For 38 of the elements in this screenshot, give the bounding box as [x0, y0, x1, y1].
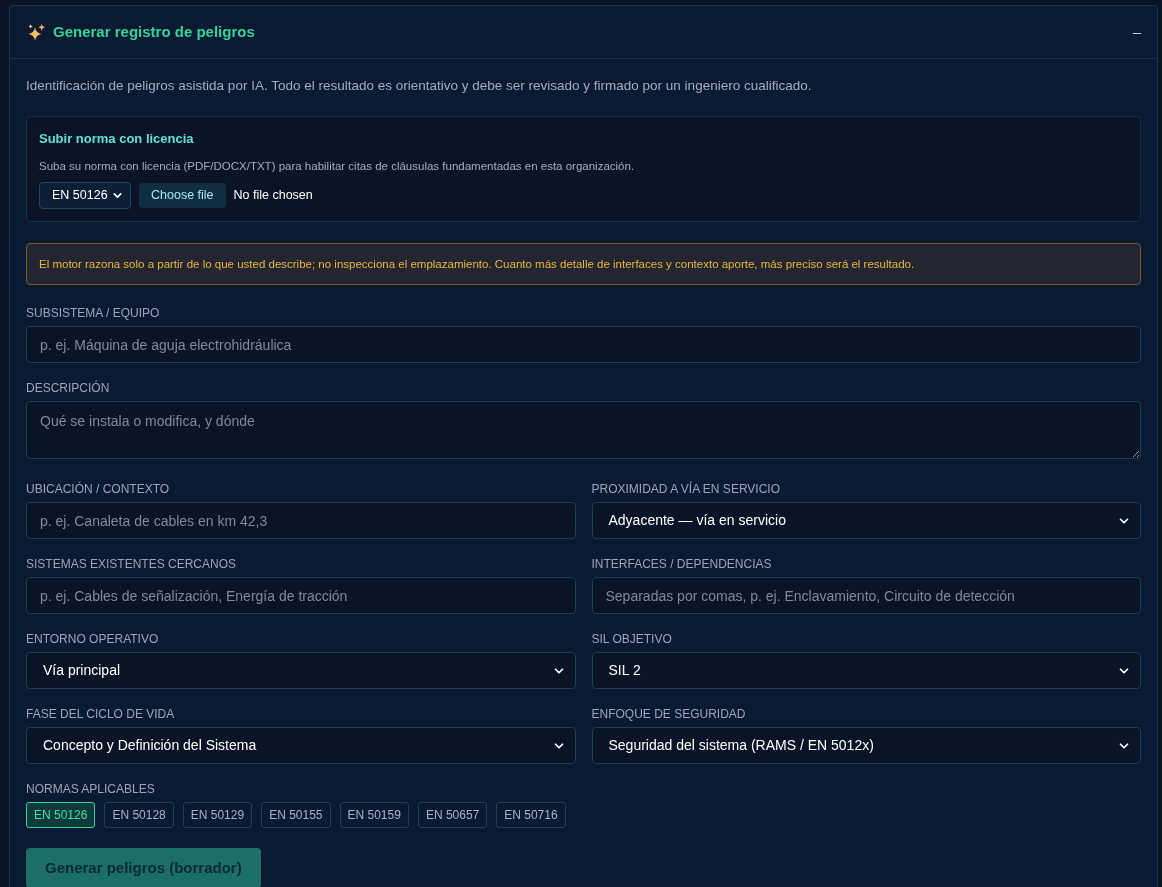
- field-label: UBICACIÓN / CONTEXTO: [26, 481, 171, 497]
- collapse-button[interactable]: –: [1130, 22, 1143, 42]
- notice-text: El motor razona solo a partir de lo que usted describe; no inspecciona el emplazamiento. Cuanto más detalle de interfaces y contexto aporte, más preciso será el resultado.: [39, 257, 916, 272]
- standard-chip[interactable]: EN 50657: [417, 802, 488, 828]
- field-label: SISTEMAS EXISTENTES CERCANOS: [26, 556, 238, 572]
- description-textarea[interactable]: Qué se instala o modifica, y dónde: [26, 401, 1141, 459]
- text-input[interactable]: Separadas por comas, p. ej. Enclavamiento, Circuito de detección: [591, 577, 1141, 614]
- standard-chip[interactable]: EN 50159: [339, 802, 409, 828]
- standard-chip[interactable]: EN 50129: [182, 802, 253, 828]
- standard-select[interactable]: EN 50126: [39, 182, 131, 209]
- text-input[interactable]: p. ej. Cables de señalización, Energía de tracción: [26, 577, 576, 614]
- field-label: SIL OBJETIVO: [591, 631, 673, 647]
- upload-title: Subir norma con licencia: [39, 130, 195, 148]
- field-label: FASE DEL CICLO DE VIDA: [26, 706, 176, 722]
- field-label: INTERFACES / DEPENDENCIAS: [591, 556, 773, 572]
- sparkles-icon: [28, 23, 45, 41]
- choose-file-button[interactable]: Choose file: [139, 183, 226, 208]
- file-status: No file chosen: [233, 187, 313, 205]
- dropdown-select[interactable]: SIL 2: [591, 652, 1141, 689]
- dropdown-select[interactable]: Adyacente — vía en servicio: [591, 502, 1141, 539]
- field-label: ENTORNO OPERATIVO: [26, 631, 160, 647]
- field-label: NORMAS APLICABLES: [26, 781, 156, 797]
- dropdown-select[interactable]: Seguridad del sistema (RAMS / EN 5012x): [591, 727, 1141, 764]
- field-label: DESCRIPCIÓN: [26, 380, 111, 396]
- dropdown-select[interactable]: Vía principal: [26, 652, 576, 689]
- field-label: ENFOQUE DE SEGURIDAD: [591, 706, 747, 722]
- intro-text: Identificación de peligros asistida por IA. Todo el resultado es orientativo y debe ser revisado y firmado por un ingeniero cualificado.: [26, 77, 813, 95]
- field-label: SUBSISTEMA / EQUIPO: [26, 305, 161, 321]
- text-input[interactable]: p. ej. Canaleta de cables en km 42,3: [26, 502, 576, 539]
- standard-chip[interactable]: EN 50716: [496, 802, 566, 828]
- upload-hint: Suba su norma con licencia (PDF/DOCX/TXT) para habilitar citas de cláusulas fundamentadas en esta organización.: [39, 159, 636, 174]
- standard-chip[interactable]: EN 50155: [261, 802, 331, 828]
- field-label: PROXIMIDAD A VÍA EN SERVICIO: [591, 481, 781, 497]
- text-input[interactable]: p. ej. Máquina de aguja electrohidráulica: [26, 326, 1141, 363]
- standard-chip[interactable]: EN 50126: [26, 802, 96, 828]
- dropdown-select[interactable]: Concepto y Definición del Sistema: [26, 727, 576, 764]
- panel-title: Generar registro de peligros: [53, 21, 255, 42]
- standard-chip[interactable]: EN 50128: [104, 802, 174, 828]
